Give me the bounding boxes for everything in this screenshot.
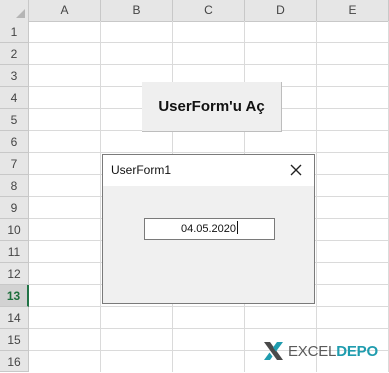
grid-line	[29, 64, 389, 65]
column-header-row: A B C D E	[0, 0, 389, 22]
column-header-a[interactable]: A	[29, 0, 101, 21]
date-textbox-value: 04.05.2020	[180, 223, 237, 235]
userform-dialog: UserForm1 04.05.2020	[102, 154, 315, 304]
row-header-4[interactable]: 4	[0, 87, 29, 109]
row-header-5[interactable]: 5	[0, 109, 29, 131]
select-all-button[interactable]	[0, 0, 29, 21]
row-header-1[interactable]: 1	[0, 21, 29, 43]
row-header-13[interactable]: 13	[0, 285, 29, 307]
row-header-10[interactable]: 10	[0, 219, 29, 241]
grid-line	[29, 152, 389, 153]
spreadsheet: A B C D E 1 2 3 4 5 6 7 8 9 10 11 12 13 …	[0, 0, 389, 372]
row-header-16[interactable]: 16	[0, 351, 29, 372]
row-header-14[interactable]: 14	[0, 307, 29, 329]
row-header-11[interactable]: 11	[0, 241, 29, 263]
grid-line	[29, 306, 389, 307]
select-all-triangle-icon	[16, 9, 25, 18]
row-header-2[interactable]: 2	[0, 43, 29, 65]
grid-line	[29, 42, 389, 43]
row-header-9[interactable]: 9	[0, 197, 29, 219]
userform-titlebar[interactable]: UserForm1	[103, 155, 314, 186]
grid-line	[29, 328, 389, 329]
userform-title: UserForm1	[111, 163, 172, 177]
column-header-c[interactable]: C	[173, 0, 245, 21]
row-header-8[interactable]: 8	[0, 175, 29, 197]
close-icon[interactable]	[288, 162, 304, 178]
logo-text-excel: EXCEL	[288, 342, 337, 360]
row-header-15[interactable]: 15	[0, 329, 29, 351]
exceldepo-logo-icon	[264, 342, 283, 360]
row-header-12[interactable]: 12	[0, 263, 29, 285]
column-header-d[interactable]: D	[245, 0, 317, 21]
row-header-6[interactable]: 6	[0, 131, 29, 153]
column-header-b[interactable]: B	[101, 0, 173, 21]
open-userform-button[interactable]: UserForm'u Aç	[142, 82, 282, 132]
logo-text: EXCELDEPO	[288, 343, 378, 360]
date-textbox[interactable]: 04.05.2020	[144, 218, 275, 240]
text-caret	[237, 221, 239, 234]
row-header-7[interactable]: 7	[0, 153, 29, 175]
exceldepo-logo: EXCELDEPO	[262, 338, 378, 364]
logo-text-depo: DEPO	[336, 342, 378, 360]
row-header-3[interactable]: 3	[0, 65, 29, 87]
column-header-e[interactable]: E	[317, 0, 389, 21]
